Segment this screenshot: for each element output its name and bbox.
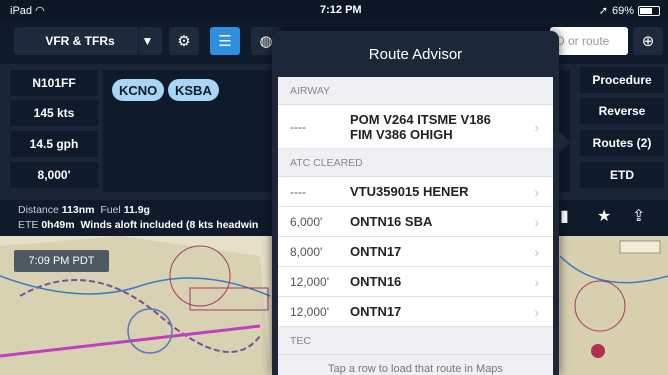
section-header: AIRWAY (278, 77, 553, 105)
trash-icon[interactable]: ▮ (560, 206, 569, 226)
routes-button[interactable]: Routes (2) (580, 130, 664, 156)
chevron-right-icon: › (534, 243, 539, 260)
search-input[interactable]: D or route (550, 27, 628, 55)
map-time-label: 7:09 PM PDT (14, 250, 109, 272)
popover-arrow (556, 128, 570, 156)
section-header: ATC CLEARED (278, 149, 553, 177)
crosshair-icon: ⊕ (641, 33, 655, 50)
globe-icon: ◍ (259, 33, 273, 50)
device-label: iPad ◠ (10, 5, 45, 17)
route-row[interactable]: ---- VTU359015 HENER › (278, 177, 553, 207)
aircraft-button[interactable]: N101FF (10, 70, 98, 96)
battery-status: ➚ 69% (599, 4, 660, 17)
chevron-right-icon: › (534, 183, 539, 200)
chevron-right-icon: › (534, 213, 539, 230)
locate-button[interactable]: ⊕ (633, 27, 663, 55)
caret-down-icon: ▼ (138, 27, 156, 55)
procedure-button[interactable]: Procedure (580, 67, 664, 93)
chevron-right-icon: › (534, 118, 539, 135)
popover-title: Route Advisor (368, 45, 463, 63)
section-header: TEC (278, 327, 553, 355)
wifi-icon: ◠ (35, 5, 45, 17)
battery-icon (638, 5, 660, 16)
status-bar: iPad ◠ 7:12 PM ➚ 69% (0, 0, 668, 20)
gear-icon: ⚙ (177, 33, 191, 50)
route-list: AIRWAY ---- POM V264 ITSME V186 FIM V386 … (278, 77, 553, 375)
location-arrow-icon: ➚ (598, 5, 608, 17)
etd-button[interactable]: ETD (580, 162, 664, 188)
chevron-right-icon: › (534, 303, 539, 320)
flight-plan-button[interactable]: ☰ (210, 27, 240, 55)
altitude-button[interactable]: 8,000' (10, 162, 98, 188)
route-row[interactable]: ---- POM V264 ITSME V186 FIM V386 OHIGH › (278, 105, 553, 149)
route-row[interactable]: 12,000' ONTN16 › (278, 267, 553, 297)
star-icon[interactable]: ★ (597, 206, 611, 226)
destination-waypoint[interactable]: KSBA (168, 79, 219, 101)
clock: 7:12 PM (320, 4, 362, 16)
map-layer-selector[interactable]: VFR & TFRs ▼ (14, 27, 162, 55)
route-row[interactable]: 6,000' ONTN16 SBA › (278, 207, 553, 237)
fuel-flow-button[interactable]: 14.5 gph (10, 131, 98, 157)
chevron-right-icon: › (534, 273, 539, 290)
reverse-button[interactable]: Reverse (580, 98, 664, 124)
departure-waypoint[interactable]: KCNO (112, 79, 165, 101)
route-advisor-popover: Route Advisor AIRWAY ---- POM V264 ITSME… (272, 31, 559, 375)
share-icon[interactable]: ⇪ (632, 206, 645, 226)
route-row[interactable]: 8,000' ONTN17 › (278, 237, 553, 267)
route-advisor-hint: Tap a row to load that route in Maps (278, 355, 553, 375)
settings-gear-button[interactable]: ⚙ (169, 27, 199, 55)
route-row[interactable]: 12,000' ONTN17 › (278, 297, 553, 327)
list-icon: ☰ (218, 33, 232, 50)
speed-button[interactable]: 145 kts (10, 100, 98, 126)
